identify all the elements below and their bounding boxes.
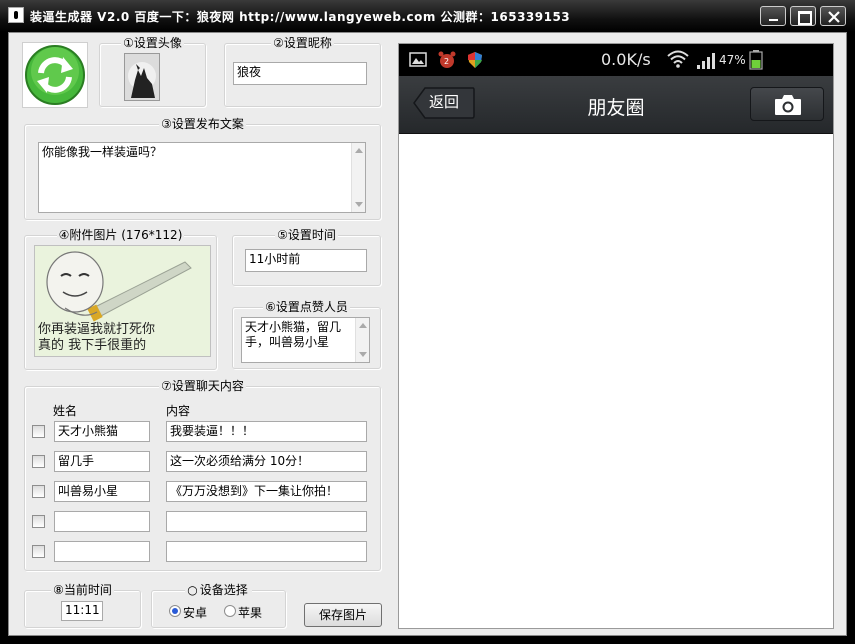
- device-legend-text: 设备选择: [197, 583, 250, 597]
- chat-row-3-name[interactable]: 叫兽易小星: [54, 481, 150, 502]
- app-icon: [8, 7, 24, 23]
- time-legend: ⑤设置时间: [275, 228, 338, 242]
- post-scrollbar[interactable]: [351, 143, 365, 212]
- camera-button[interactable]: [750, 87, 824, 121]
- signal-icon: [697, 53, 715, 69]
- time-input[interactable]: 11小时前: [245, 249, 367, 272]
- chat-row-4-checkbox[interactable]: [32, 515, 45, 528]
- nickname-input[interactable]: 狼夜: [233, 62, 367, 85]
- post-legend: ③设置发布文案: [159, 117, 246, 131]
- image-caption-line1: 你再装逼我就打死你: [38, 322, 156, 337]
- radio-android-label[interactable]: 安卓: [183, 604, 207, 621]
- chat-header-name: 姓名: [53, 404, 78, 418]
- chat-row-5-checkbox[interactable]: [32, 545, 45, 558]
- svg-text:2: 2: [444, 57, 449, 66]
- chat-row-2-name[interactable]: 留几手: [54, 451, 150, 472]
- chat-row-4-name[interactable]: [54, 511, 150, 532]
- chat-row-1-content[interactable]: 我要装逼！！！: [166, 421, 367, 442]
- shield-icon: [468, 52, 482, 68]
- window-title: 装逼生成器 V2.0 百度一下：狼夜网 http://www.langyeweb…: [30, 10, 571, 24]
- clock-input[interactable]: 11:11: [61, 601, 103, 621]
- network-speed: 0.0K/s: [601, 50, 651, 69]
- likes-legend: ⑥设置点赞人员: [263, 300, 350, 314]
- likes-scrollbar[interactable]: [355, 318, 369, 362]
- alarm-icon: 2: [438, 51, 456, 68]
- attached-image[interactable]: 你再装逼我就打死你 真的 我下手很重的: [34, 245, 211, 357]
- image-legend: ④附件图片 (176*112): [56, 228, 185, 242]
- radio-apple[interactable]: [224, 605, 236, 617]
- post-text: 你能像我一样装逼吗？: [42, 145, 163, 159]
- chat-row-5-content[interactable]: [166, 541, 367, 562]
- likes-line1: 天才小熊猫，留几: [245, 320, 342, 334]
- title-bar[interactable]: 装逼生成器 V2.0 百度一下：狼夜网 http://www.langyeweb…: [0, 0, 855, 32]
- client-area: ①设置头像 ②设置昵称 狼夜 ③设置发布文案 你能像我一样装逼吗？ ④附件图片 …: [8, 32, 847, 636]
- close-icon: [828, 11, 840, 23]
- camera-icon: [775, 95, 801, 115]
- minimize-button[interactable]: [760, 6, 786, 26]
- wifi-icon: [667, 50, 689, 68]
- refresh-icon[interactable]: [22, 42, 88, 108]
- close-button[interactable]: [820, 6, 846, 26]
- chat-row-4-content[interactable]: [166, 511, 367, 532]
- post-textarea[interactable]: 你能像我一样装逼吗？: [38, 142, 366, 213]
- radio-apple-label[interactable]: 苹果: [238, 604, 262, 621]
- avatar[interactable]: [124, 53, 160, 101]
- likes-line2: 手，叫兽易小星: [245, 335, 330, 349]
- gallery-icon: [409, 52, 427, 67]
- chat-legend: ⑦设置聊天内容: [159, 379, 246, 393]
- nav-bar: 返回 朋友圈: [399, 76, 833, 134]
- radio-android[interactable]: [169, 605, 181, 617]
- chat-row-3-content[interactable]: 《万万没想到》下一集让你拍！: [166, 481, 367, 502]
- image-caption-line2: 真的 我下手很重的: [38, 338, 147, 353]
- chat-header-content: 内容: [166, 404, 191, 418]
- chat-row-2-content[interactable]: 这一次必须给满分 10分！: [166, 451, 367, 472]
- chat-row-3-checkbox[interactable]: [32, 485, 45, 498]
- nickname-legend: ②设置昵称: [271, 36, 334, 50]
- chat-row-2-checkbox[interactable]: [32, 455, 45, 468]
- maximize-button[interactable]: [790, 6, 816, 26]
- battery-percent: 47%: [719, 53, 746, 67]
- avatar-legend: ①设置头像: [121, 36, 184, 50]
- clock-legend: ⑧当前时间: [51, 583, 114, 597]
- phone-preview: 2 0.0K/s 47% 返回 朋友圈: [398, 43, 834, 629]
- status-bar: 2 0.0K/s 47%: [399, 44, 833, 76]
- likes-textarea[interactable]: 天才小熊猫，留几 手，叫兽易小星: [241, 317, 370, 363]
- chat-row-5-name[interactable]: [54, 541, 150, 562]
- chat-row-1-name[interactable]: 天才小熊猫: [54, 421, 150, 442]
- device-legend: ○ 设备选择: [185, 583, 252, 597]
- chat-row-1-checkbox[interactable]: [32, 425, 45, 438]
- battery-icon: [749, 50, 763, 70]
- save-image-button[interactable]: 保存图片: [304, 603, 382, 627]
